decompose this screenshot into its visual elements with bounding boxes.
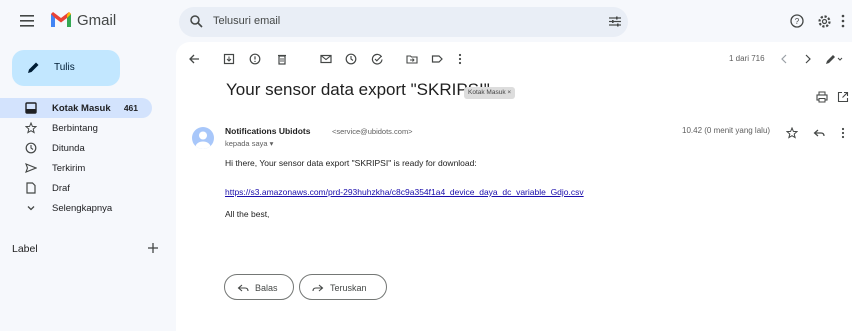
forward-icon — [312, 284, 324, 292]
sidebar-item-label: Terkirim — [52, 163, 86, 174]
input-tools-pen-icon[interactable] — [824, 52, 844, 66]
print-icon[interactable] — [815, 90, 829, 104]
sidebar-item-drafts[interactable]: Draf — [15, 178, 165, 198]
sender-name: Notifications Ubidots — [225, 126, 311, 136]
unread-count: 461 — [123, 103, 138, 113]
sidebar-item-sent[interactable]: Terkirim — [15, 158, 165, 178]
gmail-logo[interactable]: Gmail — [50, 10, 130, 30]
newer-chevron-left-icon[interactable] — [777, 52, 791, 66]
snooze-icon[interactable] — [344, 52, 358, 66]
reply-icon[interactable] — [812, 126, 826, 140]
star-icon — [25, 122, 37, 134]
message-body-text: Hi there, Your sensor data export "SKRIP… — [225, 158, 477, 168]
message-subject: Your sensor data export "SKRIPSI" — [226, 80, 490, 99]
older-chevron-right-icon[interactable] — [801, 52, 815, 66]
open-in-new-window-icon[interactable] — [836, 90, 850, 104]
chevron-down-icon — [27, 206, 35, 211]
sidebar-item-label: Selengkapnya — [52, 203, 113, 214]
more-apps-icon[interactable] — [838, 10, 848, 32]
sidebar-item-label: Ditunda — [52, 143, 85, 154]
sender-email: <service@ubidots.com> — [332, 127, 413, 136]
search-input[interactable]: Telusuri email — [213, 15, 280, 27]
reply-icon — [237, 284, 249, 292]
download-link[interactable]: https://s3.amazonaws.com/prd-293huhzkha/… — [225, 187, 584, 197]
compose-label: Tulis — [54, 62, 75, 73]
app-name: Gmail — [77, 12, 117, 29]
draft-icon — [26, 182, 36, 194]
search-bar[interactable]: Telusuri email — [179, 7, 628, 37]
sidebar-item-label: Berbintang — [52, 123, 98, 134]
message-view: 1 dari 716 Your sensor data export "SKRI… — [176, 42, 852, 331]
search-icon[interactable] — [190, 15, 203, 28]
svg-text:?: ? — [795, 17, 800, 26]
pencil-icon — [28, 62, 39, 73]
delete-icon[interactable] — [275, 52, 289, 66]
back-arrow-icon[interactable] — [187, 52, 201, 66]
sidebar-item-label: Kotak Masuk — [52, 103, 111, 114]
message-closing-text: All the best, — [225, 209, 270, 219]
search-options-icon[interactable] — [609, 16, 621, 27]
reply-button[interactable]: Balas — [224, 274, 294, 300]
sidebar-item-label: Draf — [52, 183, 70, 194]
labels-heading: Label — [12, 243, 38, 255]
help-icon[interactable]: ? — [786, 10, 808, 32]
add-task-icon[interactable] — [370, 52, 384, 66]
inbox-icon — [25, 102, 37, 114]
send-icon — [25, 163, 37, 173]
label-chip-inbox[interactable]: Kotak Masuk × — [464, 87, 516, 99]
message-more-options-icon[interactable] — [836, 126, 850, 140]
label-icon[interactable] — [430, 52, 444, 66]
forward-button[interactable]: Teruskan — [299, 274, 387, 300]
pagination-text: 1 dari 716 — [729, 54, 765, 63]
message-timestamp: 10.42 (0 menit yang lalu) — [682, 126, 771, 135]
report-spam-icon[interactable] — [248, 52, 262, 66]
main-menu-icon[interactable] — [16, 10, 38, 32]
sidebar-item-starred[interactable]: Berbintang — [15, 118, 165, 138]
forward-label: Teruskan — [330, 283, 367, 293]
move-to-icon[interactable] — [405, 52, 419, 66]
sidebar-item-more[interactable]: Selengkapnya — [15, 198, 165, 218]
sidebar-item-inbox[interactable]: Kotak Masuk 461 — [0, 98, 152, 118]
archive-icon[interactable] — [222, 52, 236, 66]
gmail-logo-icon — [51, 12, 71, 27]
star-icon[interactable] — [785, 126, 799, 140]
compose-button[interactable]: Tulis — [12, 50, 120, 86]
add-label-icon[interactable] — [147, 242, 159, 254]
recipient-details-toggle[interactable]: kepada saya ▾ — [225, 139, 273, 148]
more-options-icon[interactable] — [453, 52, 467, 66]
settings-gear-icon[interactable] — [813, 10, 835, 32]
clock-icon — [25, 142, 37, 154]
sidebar-item-snoozed[interactable]: Ditunda — [15, 138, 165, 158]
mark-unread-icon[interactable] — [319, 52, 333, 66]
reply-label: Balas — [255, 283, 278, 293]
avatar[interactable] — [192, 127, 214, 149]
